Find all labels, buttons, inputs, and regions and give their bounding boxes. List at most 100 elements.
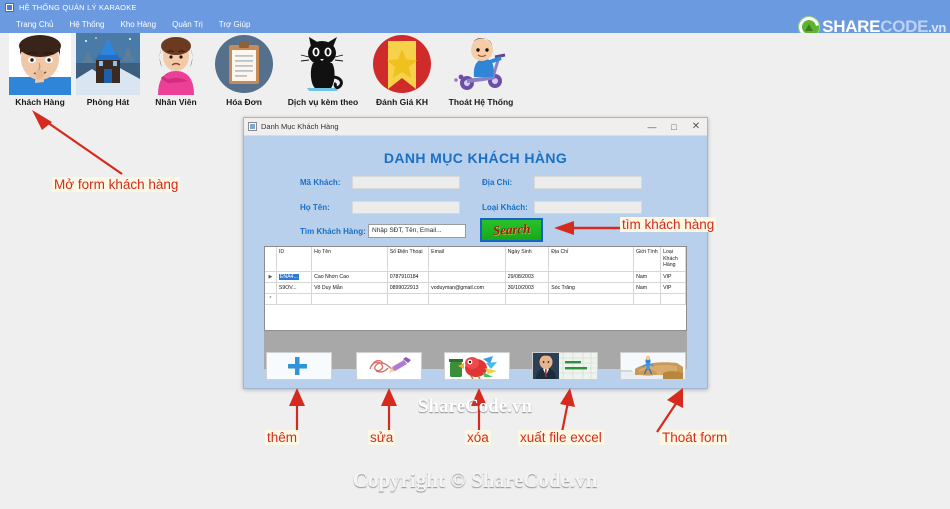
toolbar-label-nhan-vien: Nhân Viên bbox=[155, 97, 197, 107]
cell-id: ENA4... bbox=[276, 271, 313, 283]
cell-so-dien-thoai: 0787910184 bbox=[387, 271, 430, 283]
menu-item-quan-tri[interactable]: Quản Trị bbox=[164, 18, 211, 31]
anno-add: thêm bbox=[265, 430, 300, 445]
exit-form-button[interactable] bbox=[620, 352, 686, 380]
cell-ho-ten: Cao Nhơn Cao bbox=[311, 271, 388, 283]
menu-item-trang-chu[interactable]: Trang Chủ bbox=[8, 18, 62, 31]
toolbar-button-hoa-don[interactable]: Hóa Đơn bbox=[210, 33, 278, 107]
cell-gioi-tinh: Nam bbox=[633, 271, 662, 283]
add-button[interactable] bbox=[266, 352, 332, 380]
grid-header-ngay-sinh[interactable]: Ngày Sinh bbox=[505, 247, 550, 272]
field-tim-khach-hang: Tìm Khách Hàng: Nhập SĐT, Tên, Email... bbox=[300, 224, 466, 238]
cell-loai-khach-hang: VIP bbox=[660, 271, 686, 283]
grid-header-marker bbox=[265, 247, 277, 272]
toolbar-button-thoat-he-thong[interactable]: Thoát Hệ Thống bbox=[436, 33, 526, 107]
main-application-window: HỆ THỐNG QUẢN LÝ KARAOKE Trang Chủ Hệ Th… bbox=[0, 0, 950, 509]
employee-woman-icon bbox=[142, 33, 210, 95]
table-row[interactable]: ▶ ENA4... Cao Nhơn Cao 0787910184 29/08/… bbox=[265, 271, 686, 283]
grid-header-dia-chi[interactable]: Địa Chỉ bbox=[548, 247, 635, 272]
toolbar: Khách Hàng Phòng Hát Nhân Viên Hóa Đơn D… bbox=[0, 33, 950, 113]
label-ma-khach: Mã Khách: bbox=[300, 178, 341, 187]
toolbar-button-phong-hat[interactable]: Phòng Hát bbox=[74, 33, 142, 107]
grid-header-ho-ten[interactable]: Họ Tên bbox=[311, 247, 388, 272]
star-rating-icon bbox=[373, 35, 431, 93]
cell-email bbox=[428, 293, 506, 305]
cell-email bbox=[428, 271, 506, 283]
app-title: HỆ THỐNG QUẢN LÝ KARAOKE bbox=[19, 3, 137, 12]
black-cat-service-icon bbox=[289, 33, 357, 95]
input-dia-chi[interactable] bbox=[534, 176, 642, 189]
cell-loai-khach-hang: VIP bbox=[660, 282, 686, 294]
cell-loai-khach-hang bbox=[660, 293, 686, 305]
anno-exit: Thoát form bbox=[660, 430, 730, 445]
cell-email: voduyman@gmail.com bbox=[428, 282, 506, 294]
anno-delete: xóa bbox=[465, 430, 491, 445]
customer-face-icon bbox=[9, 33, 71, 95]
maximize-button[interactable]: □ bbox=[663, 118, 685, 136]
menu-item-he-thong[interactable]: Hệ Thống bbox=[62, 18, 113, 31]
invoice-clipboard-icon bbox=[215, 35, 273, 93]
close-button[interactable]: ✕ bbox=[685, 118, 707, 136]
input-ho-ten[interactable] bbox=[352, 201, 460, 214]
toolbar-button-dich-vu[interactable]: Dịch vụ kèm theo bbox=[278, 33, 368, 107]
form-window-buttons: — □ ✕ bbox=[641, 118, 707, 136]
anno-open-form: Mở form khách hàng bbox=[52, 177, 181, 192]
cell-ngay-sinh: 29/08/2003 bbox=[505, 271, 550, 283]
field-loai-khach: Loại Khách: bbox=[482, 201, 642, 214]
cell-dia-chi: Sóc Trăng bbox=[548, 282, 635, 294]
cell-ngay-sinh bbox=[505, 293, 550, 305]
parrot-trash-icon bbox=[445, 353, 509, 379]
delete-button[interactable] bbox=[444, 352, 510, 380]
karaoke-room-castle-icon bbox=[76, 33, 140, 95]
toolbar-label-hoa-don: Hóa Đơn bbox=[226, 97, 262, 107]
grid-header-loai-khach-hang[interactable]: Loại Khách Hàng bbox=[660, 247, 686, 272]
cell-dia-chi bbox=[548, 271, 635, 283]
person-on-cliff-icon bbox=[621, 353, 685, 379]
cell-gioi-tinh: Nam bbox=[633, 282, 662, 294]
toolbar-button-nhan-vien[interactable]: Nhân Viên bbox=[142, 33, 210, 107]
search-placeholder: Nhập SĐT, Tên, Email... bbox=[372, 227, 442, 234]
customer-data-grid[interactable]: ID Họ Tên Số Điện Thoại Email Ngày Sinh … bbox=[264, 246, 687, 331]
exit-boy-scooter-icon bbox=[447, 33, 515, 95]
grid-header-email[interactable]: Email bbox=[428, 247, 506, 272]
cell-so-dien-thoai bbox=[387, 293, 430, 305]
blue-plus-icon bbox=[269, 353, 329, 379]
table-row[interactable]: S9OV... Võ Duy Mẫn 0899022913 voduyman@g… bbox=[265, 282, 686, 294]
export-excel-button[interactable] bbox=[532, 352, 598, 380]
app-titlebar: HỆ THỐNG QUẢN LÝ KARAOKE bbox=[0, 0, 950, 15]
menu-item-kho-hang[interactable]: Kho Hàng bbox=[113, 18, 165, 31]
row-marker-new: * bbox=[265, 293, 277, 305]
toolbar-label-dich-vu: Dịch vụ kèm theo bbox=[287, 97, 359, 107]
minimize-button[interactable]: — bbox=[641, 118, 663, 136]
cell-ho-ten bbox=[311, 293, 388, 305]
toolbar-button-khach-hang[interactable]: Khách Hàng bbox=[6, 33, 74, 107]
cell-id bbox=[276, 293, 313, 305]
label-ho-ten: Họ Tên: bbox=[300, 203, 330, 212]
cell-gioi-tinh bbox=[633, 293, 662, 305]
watermark-middle: ShareCode.vn bbox=[417, 396, 533, 417]
label-loai-khach: Loại Khách: bbox=[482, 203, 528, 212]
toolbar-label-phong-hat: Phòng Hát bbox=[86, 97, 130, 107]
arrow-open-form bbox=[32, 110, 123, 175]
cell-so-dien-thoai: 0899022913 bbox=[387, 282, 430, 294]
menu-item-tro-giup[interactable]: Trợ Giúp bbox=[211, 18, 259, 31]
cell-id: S9OV... bbox=[276, 282, 313, 294]
toolbar-label-khach-hang: Khách Hàng bbox=[15, 97, 65, 107]
row-marker bbox=[265, 282, 277, 294]
toolbar-button-danh-gia-kh[interactable]: Đánh Giá KH bbox=[368, 33, 436, 107]
edit-button[interactable] bbox=[356, 352, 422, 380]
search-button[interactable]: Search bbox=[480, 218, 543, 242]
input-tim-khach-hang[interactable]: Nhập SĐT, Tên, Email... bbox=[368, 224, 466, 238]
grid-header-so-dien-thoai[interactable]: Số Điện Thoại bbox=[387, 247, 430, 272]
grid-header-id[interactable]: ID bbox=[276, 247, 313, 272]
form-window-icon bbox=[248, 122, 257, 131]
grid-header-gioi-tinh[interactable]: Giới Tính bbox=[633, 247, 662, 272]
cell-ngay-sinh: 30/10/2003 bbox=[505, 282, 550, 294]
field-dia-chi: Địa Chỉ: bbox=[482, 176, 642, 189]
man-spreadsheet-icon bbox=[533, 353, 597, 379]
label-dia-chi: Địa Chỉ: bbox=[482, 178, 513, 187]
table-row-new[interactable]: * bbox=[265, 293, 686, 305]
input-ma-khach[interactable] bbox=[352, 176, 460, 189]
anno-search: tìm khách hàng bbox=[620, 217, 717, 232]
input-loai-khach[interactable] bbox=[534, 201, 642, 214]
